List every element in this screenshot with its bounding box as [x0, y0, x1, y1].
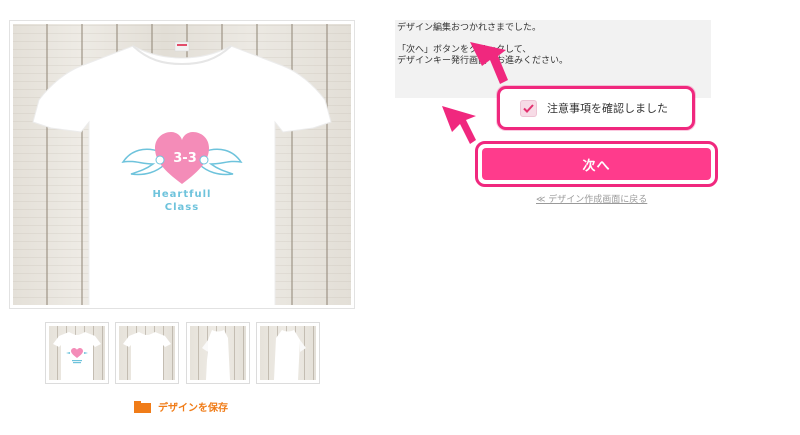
product-preview: 3-3 Heartfull Class [9, 20, 355, 309]
pointer-arrow-icon [442, 106, 476, 144]
thumbnail-front[interactable] [115, 322, 179, 384]
thumbnail-front-print[interactable] [45, 322, 109, 384]
save-design-label: デザインを保存 [158, 403, 228, 414]
confirm-notice-checkbox-row[interactable]: 注意事項を確認しました [497, 86, 695, 130]
folder-icon [134, 400, 151, 413]
instruction-line-3: デザインキー発行画面へお進みください。 [397, 56, 709, 67]
next-button[interactable]: 次へ [482, 148, 711, 180]
next-button-highlight: 次へ [475, 141, 718, 187]
instruction-line-2: 「次へ」ボタンをクリックして、 [397, 45, 532, 55]
confirm-checkbox-label: 注意事項を確認しました [547, 102, 668, 115]
confirm-checkbox[interactable] [520, 99, 537, 117]
wood-background: 3-3 Heartfull Class [13, 24, 351, 305]
print-text-line2: Class [164, 202, 200, 213]
pointer-arrow-icon [470, 42, 508, 84]
thumbnail-side[interactable] [186, 322, 250, 384]
print-text-line1: Heartfull [152, 189, 212, 200]
thumbnail-side-back[interactable] [256, 322, 320, 384]
instruction-line-1: デザイン編集おつかれさまでした。 [397, 23, 542, 33]
checkmark-icon [523, 103, 534, 113]
back-to-design-link[interactable]: ≪ デザイン作成画面に戻る [536, 192, 647, 205]
save-design-button[interactable]: デザインを保存 [134, 399, 228, 414]
print-number: 3-3 [173, 151, 197, 166]
